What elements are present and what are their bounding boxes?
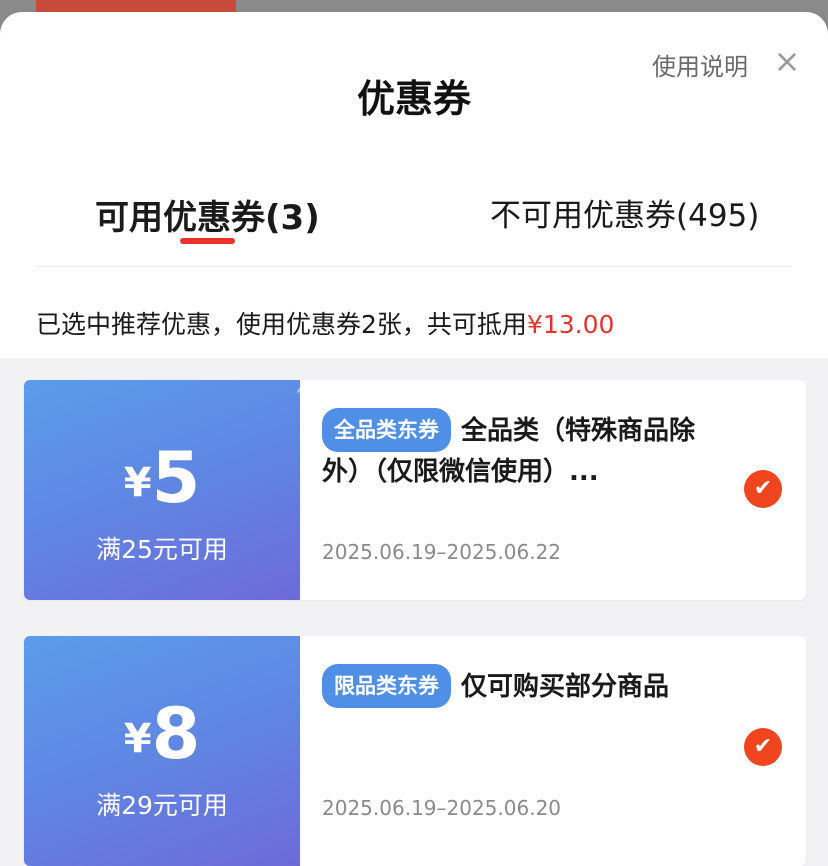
coupon-value: 5 — [151, 437, 201, 519]
currency-symbol: ¥ — [123, 716, 152, 762]
close-icon[interactable]: × — [772, 45, 802, 77]
checkmark-icon[interactable]: ✔ — [744, 728, 782, 766]
coupon-description-text: 仅可购买部分商品 — [461, 672, 670, 702]
coupon-threshold: 满29元可用 — [96, 791, 228, 820]
summary-amount: ¥13.00 — [526, 310, 615, 339]
divider — [36, 266, 792, 267]
coupon-detail: 限品类东券 仅可购买部分商品 2025.06.19–2025.06.20 ✔ — [300, 636, 806, 866]
coupon-amount: ¥5 — [24, 438, 300, 518]
coupon-value-panel: ¥8 满29元可用 — [24, 636, 300, 866]
coupon-category-tag: 限品类东券 — [322, 664, 451, 708]
coupon-card[interactable]: ¥5 满25元可用 全品类东券 全品类（特殊商品除外）（仅限微信使用）... 20… — [24, 380, 806, 600]
watermark-text: 优选好物福利官 — [296, 380, 471, 408]
coupon-description: 全品类东券 全品类（特殊商品除外）（仅限微信使用）... — [322, 408, 722, 492]
coupon-description: 限品类东券 仅可购买部分商品 — [322, 664, 722, 708]
coupon-card[interactable]: ¥8 满29元可用 限品类东券 仅可购买部分商品 2025.06.19–2025.… — [24, 636, 806, 866]
checkmark-icon[interactable]: ✔ — [744, 470, 782, 508]
coupon-value: 8 — [151, 693, 201, 775]
coupon-value-panel: ¥5 满25元可用 — [24, 380, 300, 600]
coupon-detail: 全品类东券 全品类（特殊商品除外）（仅限微信使用）... 2025.06.19–2… — [300, 380, 806, 600]
coupon-amount: ¥8 — [24, 694, 300, 774]
currency-symbol: ¥ — [123, 460, 152, 506]
coupon-sheet-header: 优惠券 使用说明 × 可用优惠券(3) 不可用优惠券(495) 已选中推荐优惠，… — [0, 12, 828, 358]
summary-text: 已选中推荐优惠，使用优惠券2张，共可抵用 — [36, 310, 527, 339]
selection-summary: 已选中推荐优惠，使用优惠券2张，共可抵用¥13.00 — [36, 305, 614, 341]
coupon-threshold: 满25元可用 — [96, 535, 228, 564]
tab-unavailable-coupons[interactable]: 不可用优惠券(495) — [490, 190, 759, 235]
coupon-category-tag: 全品类东券 — [322, 408, 451, 452]
coupon-date-range: 2025.06.19–2025.06.20 — [322, 796, 562, 820]
tab-available-coupons[interactable]: 可用优惠券(3) — [95, 190, 320, 239]
coupon-date-range: 2025.06.19–2025.06.22 — [322, 540, 562, 564]
usage-instructions-link[interactable]: 使用说明 — [652, 47, 748, 82]
active-tab-indicator — [180, 238, 235, 244]
